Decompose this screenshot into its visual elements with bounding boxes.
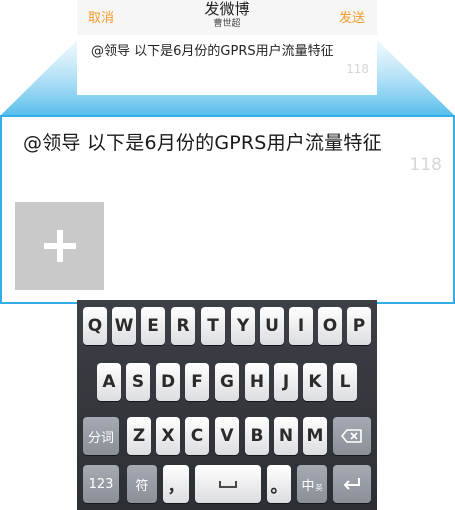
page-title: 发微博	[204, 0, 250, 18]
send-button[interactable]: 发送	[339, 7, 365, 26]
key-z[interactable]: Z	[127, 417, 151, 455]
key-n[interactable]: N	[274, 417, 298, 455]
key-t[interactable]: T	[201, 307, 225, 345]
key-y[interactable]: Y	[231, 307, 255, 345]
add-photo-button[interactable]	[15, 202, 104, 290]
segment-key[interactable]: 分词	[83, 417, 119, 455]
key-w[interactable]: W	[112, 307, 136, 345]
keyboard: Q W E R T Y U I O P A S D F G H J K L 分词…	[77, 300, 377, 510]
key-p[interactable]: P	[347, 307, 371, 345]
key-j[interactable]: J	[274, 363, 298, 401]
key-r[interactable]: R	[171, 307, 195, 345]
key-i[interactable]: I	[289, 307, 313, 345]
key-h[interactable]: H	[245, 363, 269, 401]
key-s[interactable]: S	[126, 363, 150, 401]
key-x[interactable]: X	[156, 417, 180, 455]
char-count: 118	[409, 155, 442, 175]
key-g[interactable]: G	[215, 363, 239, 401]
key-e[interactable]: E	[141, 307, 165, 345]
numbers-key[interactable]: 123	[83, 465, 119, 503]
language-label: 中	[301, 478, 315, 494]
language-sub-label: 英	[315, 484, 323, 492]
magnified-compose-panel: @领导 以下是6月份的GPRS用户流量特征 118	[0, 115, 455, 304]
key-c[interactable]: C	[185, 417, 209, 455]
backspace-icon	[341, 429, 362, 443]
compose-text[interactable]: @领导 以下是6月份的GPRS用户流量特征	[23, 128, 382, 155]
key-f[interactable]: F	[185, 363, 209, 401]
return-key[interactable]	[333, 465, 371, 503]
period-key[interactable]: 。	[267, 465, 291, 503]
navigation-bar: 取消 发微博 曹世超 发送	[77, 0, 377, 36]
backspace-key[interactable]	[333, 417, 371, 455]
key-v[interactable]: V	[215, 417, 239, 455]
key-d[interactable]: D	[156, 363, 180, 401]
plus-icon	[43, 230, 76, 262]
key-o[interactable]: O	[318, 307, 342, 345]
key-m[interactable]: M	[303, 417, 327, 455]
comma-key[interactable]: ，	[163, 465, 189, 503]
key-b[interactable]: B	[245, 417, 269, 455]
key-k[interactable]: K	[303, 363, 327, 401]
char-count-small: 118	[346, 62, 369, 76]
symbols-key[interactable]: 符	[127, 465, 157, 503]
key-q[interactable]: Q	[83, 307, 107, 345]
key-l[interactable]: L	[333, 363, 357, 401]
return-icon	[343, 478, 360, 490]
small-compose-area: @领导 以下是6月份的GPRS用户流量特征 118	[77, 35, 377, 95]
compose-text-small[interactable]: @领导 以下是6月份的GPRS用户流量特征	[91, 40, 334, 59]
key-a[interactable]: A	[97, 363, 121, 401]
space-key[interactable]	[195, 465, 261, 503]
language-key[interactable]: 中英	[297, 465, 327, 503]
space-icon	[219, 481, 237, 488]
account-name: 曹世超	[213, 19, 241, 29]
key-u[interactable]: U	[260, 307, 284, 345]
